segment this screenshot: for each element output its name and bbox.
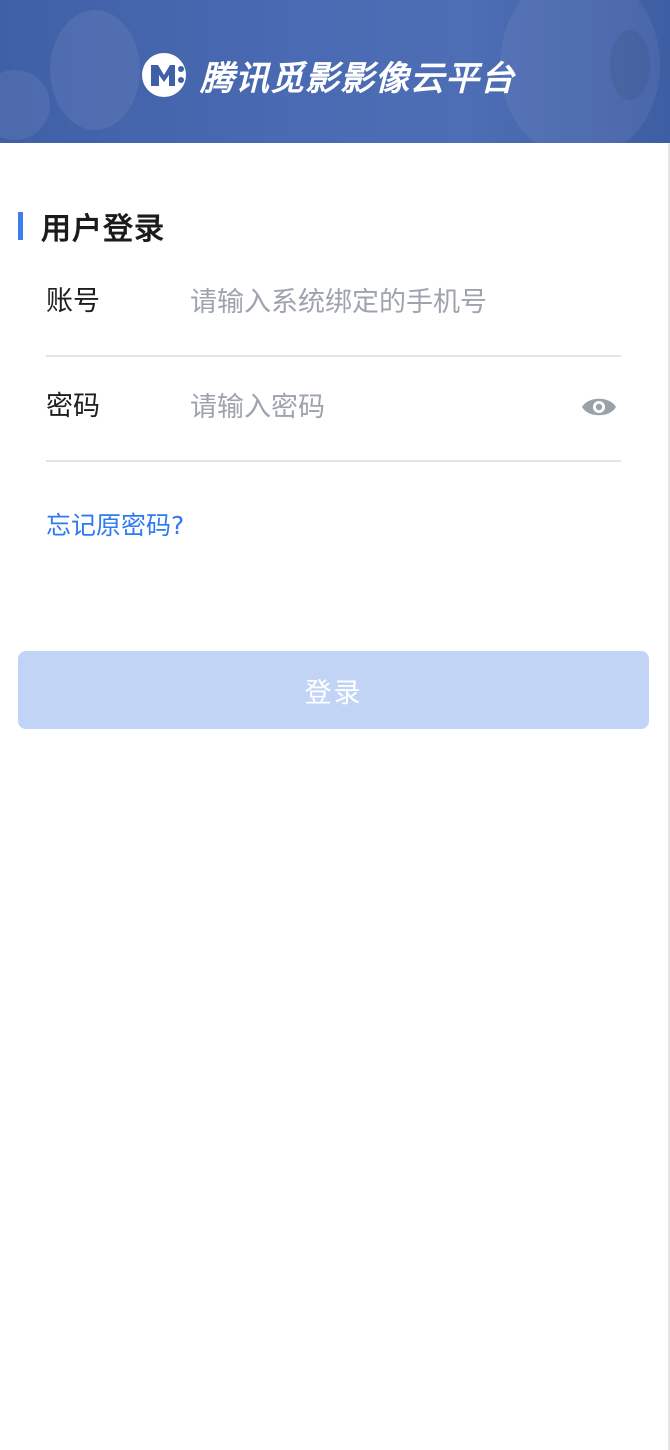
login-button[interactable]: 登录	[18, 651, 649, 729]
forgot-password-link[interactable]: 忘记原密码?	[46, 508, 184, 544]
header-banner: 腾讯觅影影像云平台	[0, 0, 670, 143]
login-page: 腾讯觅影影像云平台 用户登录 账号 密码 忘记原密码? 登录	[0, 0, 670, 1450]
page-title: 用户登录	[41, 212, 165, 247]
eye-icon[interactable]	[581, 395, 617, 419]
password-label: 密码	[46, 391, 100, 422]
account-row: 账号	[46, 250, 621, 357]
banner-decoration	[0, 70, 50, 140]
password-input[interactable]	[190, 385, 570, 429]
m-logo-icon	[142, 53, 186, 97]
login-section-title: 用户登录	[18, 207, 165, 247]
banner-decoration	[50, 10, 140, 130]
brand-name: 腾讯觅影影像云平台	[200, 58, 515, 99]
brand: 腾讯觅影影像云平台	[142, 52, 515, 99]
password-row: 密码	[46, 355, 621, 462]
account-input[interactable]	[190, 280, 570, 324]
title-accent-bar	[18, 212, 23, 240]
account-label: 账号	[46, 286, 100, 317]
banner-decoration	[610, 30, 650, 100]
